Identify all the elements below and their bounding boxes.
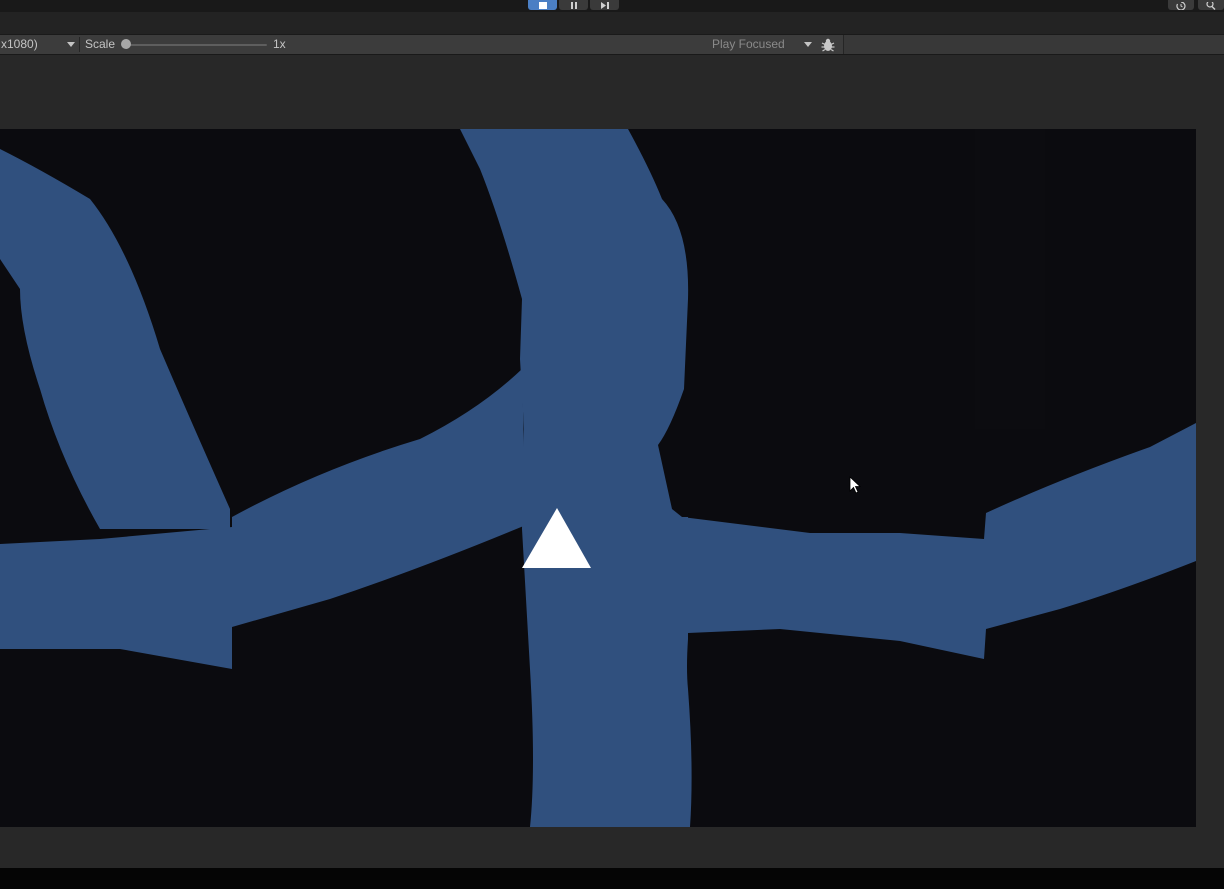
game-viewport[interactable] [0,129,1196,827]
cursor-icon [849,476,861,494]
toolbar-divider [79,37,80,52]
play-controls [528,0,619,10]
chevron-down-icon [804,42,812,47]
resolution-label: x1080) [1,37,38,51]
history-button[interactable] [1168,0,1194,10]
play-mode-dropdown[interactable]: Play Focused [712,35,785,54]
game-view-toolbar: x1080) Scale 1x Play Focused [0,35,1224,55]
unity-editor: x1080) Scale 1x Play Focused [0,0,1224,889]
scene-canvas [0,129,1196,827]
status-bar [0,868,1224,889]
tab-strip [0,12,1224,35]
bug-icon[interactable] [820,37,836,53]
pause-icon [570,2,577,9]
scale-label: Scale [85,37,116,51]
scale-slider-thumb[interactable] [121,39,131,49]
toolbar-empty-area [843,35,1224,54]
resolution-dropdown[interactable]: x1080) [0,35,78,54]
scene-shading [975,129,1045,429]
chevron-down-icon [67,42,75,47]
step-icon [600,2,609,9]
search-icon [1206,2,1216,10]
main-toolbar [0,0,1224,12]
toolbar-right [1168,0,1224,10]
stop-button[interactable] [528,0,557,10]
step-button[interactable] [590,0,619,10]
stop-icon [538,2,547,9]
history-icon [1176,2,1186,10]
scale-slider-track[interactable] [126,44,267,46]
search-button[interactable] [1198,0,1224,10]
scale-value: 1x [273,37,286,51]
pause-button[interactable] [559,0,588,10]
